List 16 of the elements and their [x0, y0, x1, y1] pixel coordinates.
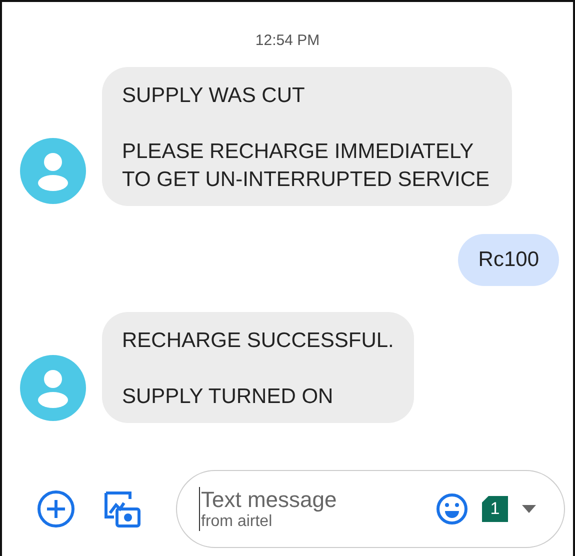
- add-icon[interactable]: [36, 489, 76, 529]
- avatar-icon: [20, 355, 86, 421]
- avatar-icon: [20, 138, 86, 204]
- message-text: SUPPLY WAS CUT: [122, 83, 305, 109]
- gallery-camera-icon[interactable]: [102, 489, 142, 529]
- message-input-field[interactable]: Text message from airtel 1: [176, 470, 565, 548]
- dropdown-caret-icon[interactable]: [522, 505, 536, 513]
- message-text: SUPPLY TURNED ON: [122, 384, 334, 410]
- placeholder-text: Text message: [201, 487, 337, 513]
- emoji-icon[interactable]: [436, 493, 468, 525]
- message-text: PLEASE RECHARGE IMMEDIATELY TO GET UN-INTERRUPTED SERVICE: [122, 139, 491, 193]
- sender-subtitle: from airtel: [201, 513, 272, 531]
- message-text: Rc100: [478, 247, 539, 273]
- sim-badge[interactable]: 1: [482, 496, 508, 522]
- message-text: RECHARGE SUCCESSFUL.: [122, 328, 394, 354]
- timestamp: 12:54 PM: [255, 32, 320, 49]
